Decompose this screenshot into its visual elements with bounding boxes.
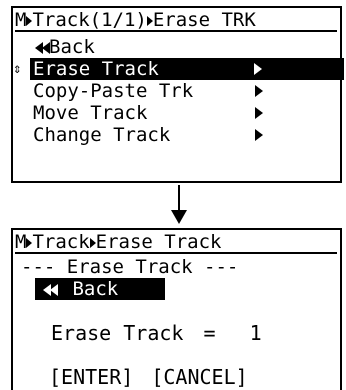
back-label: Back — [72, 278, 119, 300]
back-arrow-icon — [50, 283, 58, 296]
menu-item-change-track[interactable]: Change Track — [33, 124, 333, 146]
field-value[interactable]: 1 — [228, 321, 262, 345]
transition-arrow-shaft — [178, 185, 180, 213]
breadcrumb-root[interactable]: M — [15, 232, 26, 252]
back-button[interactable]: Back — [35, 278, 165, 300]
enter-button[interactable]: [ENTER] — [49, 365, 133, 389]
field-equals: = — [203, 321, 216, 345]
cancel-button[interactable]: [CANCEL] — [145, 365, 247, 389]
breadcrumb-item-track[interactable]: Track(1/1) — [32, 10, 146, 30]
breadcrumb-root[interactable]: M — [15, 10, 26, 30]
breadcrumb: M Track Erase Track — [15, 232, 337, 254]
breadcrumb-item-track[interactable]: Track — [32, 232, 89, 252]
erase-track-screen: M Track Erase Track --- Erase Track --- Ba… — [11, 228, 342, 390]
submenu-arrow-icon — [255, 129, 263, 141]
erase-track-field[interactable]: Erase Track = 1 — [51, 322, 262, 344]
menu-item-label: Copy-Paste Trk — [33, 80, 194, 102]
down-arrow-icon — [171, 210, 187, 224]
submenu-arrow-icon — [255, 85, 263, 97]
track-menu-screen: M Track(1/1) Erase TRK Back ⇕ Erase Track … — [11, 6, 344, 183]
menu-item-label: Change Track — [33, 124, 171, 146]
breadcrumb: M Track(1/1) Erase TRK — [15, 10, 337, 32]
submenu-arrow-icon — [254, 63, 262, 75]
menu-item-copy-paste[interactable]: Copy-Paste Trk — [33, 80, 333, 102]
scroll-updown-icon: ⇕ — [13, 61, 22, 77]
menu-item-label: Erase Track — [33, 58, 159, 80]
menu-item-move-track[interactable]: Move Track — [33, 102, 333, 124]
field-label: Erase Track — [51, 321, 184, 345]
breadcrumb-item-erase[interactable]: Erase Track — [96, 232, 222, 252]
submenu-arrow-icon — [255, 107, 263, 119]
breadcrumb-item-erase[interactable]: Erase TRK — [153, 10, 256, 30]
back-label: Back — [49, 36, 95, 58]
section-header: --- Erase Track --- — [21, 256, 239, 278]
back-button[interactable]: Back — [35, 36, 95, 58]
menu-item-label: Move Track — [33, 102, 148, 124]
action-row: [ENTER] [CANCEL] — [49, 366, 248, 388]
menu-item-erase-track[interactable]: Erase Track — [30, 58, 344, 80]
